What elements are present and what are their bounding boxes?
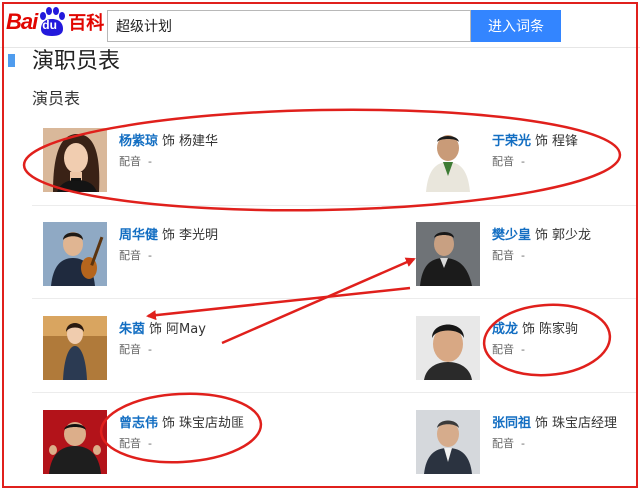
actor-photo[interactable] [416, 128, 480, 192]
as-label: 饰 [149, 322, 163, 337]
annotation-ellipse-top-row [22, 108, 622, 212]
dub-line: 配音 - [492, 341, 525, 357]
dub-value: - [148, 155, 152, 168]
actor-photo[interactable] [416, 410, 480, 474]
actor-photo[interactable] [43, 316, 107, 380]
cast-line: 曾志伟饰珠宝店劫匪 [119, 412, 244, 431]
section-marker-icon [8, 54, 15, 67]
role-name: 杨建华 [179, 134, 219, 149]
header: Bai du 百科 进入词条 [0, 0, 640, 48]
logo-text-bai: Bai [6, 9, 38, 34]
dub-value: - [521, 155, 525, 168]
enter-entry-button[interactable]: 进入词条 [471, 10, 561, 42]
dub-value: - [521, 249, 525, 262]
dub-label: 配音 [119, 437, 141, 450]
dub-label: 配音 [492, 249, 514, 262]
dub-label: 配音 [492, 437, 514, 450]
dub-line: 配音 - [492, 247, 525, 263]
as-label: 饰 [535, 416, 549, 431]
role-name: 阿May [166, 322, 206, 337]
dub-value: - [148, 249, 152, 262]
search-box [107, 10, 471, 42]
dub-line: 配音 - [119, 435, 152, 451]
actor-name-link[interactable]: 朱茵 [119, 322, 145, 337]
cast-line: 杨紫琼饰杨建华 [119, 130, 218, 149]
as-label: 饰 [162, 416, 176, 431]
annotation-arrow-to-zhuyin [146, 286, 411, 321]
dub-value: - [521, 343, 525, 356]
actor-name-link[interactable]: 于荣光 [492, 134, 531, 149]
actor-name-link[interactable]: 周华健 [119, 228, 158, 243]
actor-photo[interactable] [43, 128, 107, 192]
row-divider [32, 205, 638, 206]
cast-line: 张同祖饰珠宝店经理 [492, 412, 617, 431]
dub-label: 配音 [119, 249, 141, 262]
dub-label: 配音 [119, 343, 141, 356]
role-name: 李光明 [179, 228, 219, 243]
as-label: 饰 [535, 228, 549, 243]
annotation-arrow-to-fanshaohuang [221, 257, 416, 345]
annotation-ellipse-chenglong [482, 303, 612, 377]
actor-name-link[interactable]: 曾志伟 [119, 416, 158, 431]
dub-line: 配音 - [119, 247, 152, 263]
actor-photo[interactable] [416, 316, 480, 380]
subsection-title: 演员表 [32, 89, 81, 108]
baidu-paw-icon: du [38, 7, 66, 37]
dub-value: - [521, 437, 525, 450]
row-divider [32, 392, 638, 393]
as-label: 饰 [522, 322, 536, 337]
logo-text-du: du [42, 18, 57, 32]
baidu-baike-logo[interactable]: Bai du 百科 [6, 6, 104, 38]
cast-line: 于荣光饰程锋 [492, 130, 578, 149]
dub-label: 配音 [492, 155, 514, 168]
actor-photo[interactable] [416, 222, 480, 286]
dub-line: 配音 - [119, 153, 152, 169]
logo-text-baike: 百科 [68, 13, 105, 34]
dub-label: 配音 [119, 155, 141, 168]
cast-line: 樊少皇饰郭少龙 [492, 224, 591, 243]
actor-photo[interactable] [43, 410, 107, 474]
actor-name-link[interactable]: 张同祖 [492, 416, 531, 431]
dub-line: 配音 - [492, 153, 525, 169]
cast-line: 周华健饰李光明 [119, 224, 218, 243]
as-label: 饰 [535, 134, 549, 149]
role-name: 珠宝店经理 [552, 416, 618, 431]
search-input[interactable] [108, 11, 470, 41]
actor-name-link[interactable]: 成龙 [492, 322, 518, 337]
as-label: 饰 [162, 228, 176, 243]
actor-photo[interactable] [43, 222, 107, 286]
row-divider [32, 298, 638, 299]
actor-name-link[interactable]: 杨紫琼 [119, 134, 158, 149]
cast-line: 朱茵饰阿May [119, 318, 206, 337]
dub-label: 配音 [492, 343, 514, 356]
as-label: 饰 [162, 134, 176, 149]
role-name: 珠宝店劫匪 [179, 416, 245, 431]
dub-value: - [148, 437, 152, 450]
role-name: 陈家驹 [539, 322, 579, 337]
dub-line: 配音 - [119, 341, 152, 357]
cast-line: 成龙饰陈家驹 [492, 318, 578, 337]
dub-line: 配音 - [492, 435, 525, 451]
actor-name-link[interactable]: 樊少皇 [492, 228, 531, 243]
role-name: 程锋 [552, 134, 579, 149]
role-name: 郭少龙 [552, 228, 592, 243]
dub-value: - [148, 343, 152, 356]
